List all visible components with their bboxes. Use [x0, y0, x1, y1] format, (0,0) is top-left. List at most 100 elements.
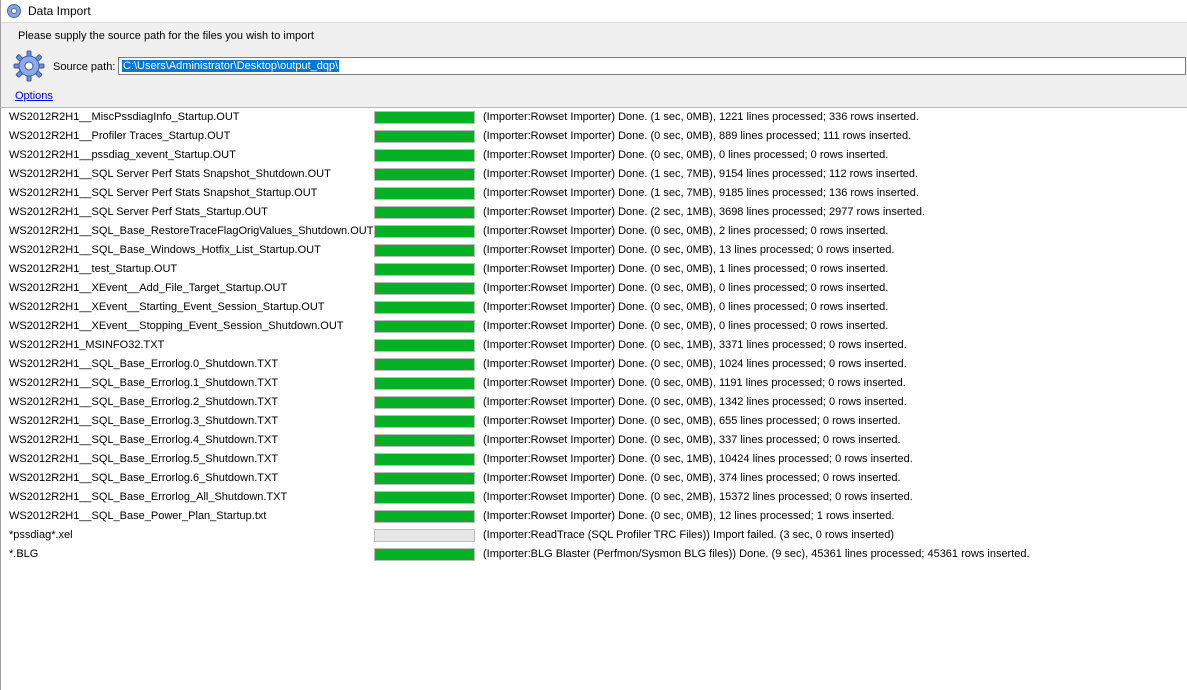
- progress-bar: [374, 282, 475, 295]
- file-name: WS2012R2H1__SQL_Base_Errorlog.5_Shutdown…: [9, 453, 279, 465]
- import-status: (Importer:Rowset Importer) Done. (0 sec,…: [483, 491, 913, 503]
- file-name: WS2012R2H1__SQL_Base_Power_Plan_Startup.…: [9, 510, 267, 522]
- progress-fill: [375, 321, 474, 332]
- progress-bar: [374, 263, 475, 276]
- source-path-label: Source path:: [53, 61, 116, 73]
- file-row: WS2012R2H1__SQL_Base_Errorlog.6_Shutdown…: [1, 469, 1187, 488]
- file-row: WS2012R2H1__test_Startup.OUT (Importer:Ro…: [1, 260, 1187, 279]
- progress-fill: [375, 492, 474, 503]
- file-row: WS2012R2H1_MSINFO32.TXT (Importer:Rowset …: [1, 336, 1187, 355]
- file-name: *.BLG: [9, 548, 39, 560]
- progress-bar: [374, 491, 475, 504]
- progress-bar: [374, 111, 475, 124]
- progress-bar: [374, 225, 475, 238]
- file-row: WS2012R2H1__XEvent__Starting_Event_Sessi…: [1, 298, 1187, 317]
- progress-fill: [375, 207, 474, 218]
- progress-bar: [374, 244, 475, 257]
- import-status: (Importer:Rowset Importer) Done. (0 sec,…: [483, 510, 895, 522]
- import-status: (Importer:Rowset Importer) Done. (0 sec,…: [483, 453, 913, 465]
- file-name: *pssdiag*.xel: [9, 529, 73, 541]
- progress-bar: [374, 301, 475, 314]
- progress-bar: [374, 130, 475, 143]
- import-status: (Importer:Rowset Importer) Done. (0 sec,…: [483, 377, 906, 389]
- import-status: (Importer:Rowset Importer) Done. (1 sec,…: [483, 168, 919, 180]
- progress-fill: [375, 473, 474, 484]
- progress-bar: [374, 377, 475, 390]
- progress-bar: [374, 472, 475, 485]
- import-status: (Importer:Rowset Importer) Done. (1 sec,…: [483, 187, 919, 199]
- import-status: (Importer:Rowset Importer) Done. (0 sec,…: [483, 396, 907, 408]
- source-path-input[interactable]: C:\Users\Administrator\Desktop\output_dq…: [118, 57, 1186, 75]
- progress-bar: [374, 415, 475, 428]
- gear-icon: [13, 50, 45, 82]
- progress-fill: [375, 131, 474, 142]
- progress-fill: [375, 112, 474, 123]
- import-status: (Importer:Rowset Importer) Done. (0 sec,…: [483, 358, 907, 370]
- progress-bar: [374, 206, 475, 219]
- progress-fill: [375, 302, 474, 313]
- progress-fill: [375, 340, 474, 351]
- progress-fill: [375, 549, 474, 560]
- file-name: WS2012R2H1__SQL_Base_Errorlog.0_Shutdown…: [9, 358, 279, 370]
- progress-bar: [374, 510, 475, 523]
- file-row: WS2012R2H1__SQL_Base_Power_Plan_Startup.…: [1, 507, 1187, 526]
- file-name: WS2012R2H1__SQL_Base_RestoreTraceFlagOri…: [9, 225, 374, 237]
- file-name: WS2012R2H1__test_Startup.OUT: [9, 263, 178, 275]
- file-name: WS2012R2H1__SQL_Base_Errorlog_All_Shutdo…: [9, 491, 288, 503]
- progress-bar: [374, 434, 475, 447]
- file-name: WS2012R2H1__SQL_Base_Errorlog.4_Shutdown…: [9, 434, 279, 446]
- import-status: (Importer:Rowset Importer) Done. (0 sec,…: [483, 301, 889, 313]
- progress-fill: [375, 359, 474, 370]
- progress-fill: [375, 188, 474, 199]
- file-name: WS2012R2H1__XEvent__Starting_Event_Sessi…: [9, 301, 325, 313]
- import-status: (Importer:BLG Blaster (Perfmon/Sysmon BL…: [483, 548, 1030, 560]
- file-name: WS2012R2H1__XEvent__Stopping_Event_Sessi…: [9, 320, 344, 332]
- file-row: WS2012R2H1__SQL_Base_Errorlog.3_Shutdown…: [1, 412, 1187, 431]
- progress-bar: [374, 396, 475, 409]
- file-name: WS2012R2H1__SQL_Base_Errorlog.6_Shutdown…: [9, 472, 279, 484]
- progress-fill: [375, 169, 474, 180]
- file-row: *pssdiag*.xel (Importer:ReadTrace (SQL Pr…: [1, 526, 1187, 545]
- import-status: (Importer:Rowset Importer) Done. (0 sec,…: [483, 434, 901, 446]
- window-title: Data Import: [28, 4, 91, 18]
- import-status: (Importer:Rowset Importer) Done. (0 sec,…: [483, 263, 889, 275]
- file-name: WS2012R2H1__SQL_Base_Errorlog.3_Shutdown…: [9, 415, 279, 427]
- import-status: (Importer:Rowset Importer) Done. (1 sec,…: [483, 111, 919, 123]
- file-name: WS2012R2H1__SQL Server Perf Stats_Startu…: [9, 206, 268, 218]
- import-status: (Importer:Rowset Importer) Done. (0 sec,…: [483, 149, 889, 161]
- file-name: WS2012R2H1__XEvent__Add_File_Target_Star…: [9, 282, 288, 294]
- file-row: WS2012R2H1__SQL_Base_Errorlog.4_Shutdown…: [1, 431, 1187, 450]
- progress-bar: [374, 187, 475, 200]
- file-name: WS2012R2H1__Profiler Traces_Startup.OUT: [9, 130, 231, 142]
- file-row: WS2012R2H1__SQL_Base_Errorlog.1_Shutdown…: [1, 374, 1187, 393]
- file-row: WS2012R2H1__SQL_Base_Windows_Hotfix_List…: [1, 241, 1187, 260]
- progress-bar: [374, 168, 475, 181]
- progress-fill: [375, 283, 474, 294]
- file-list: WS2012R2H1__MiscPssdiagInfo_Startup.OUT (…: [1, 108, 1187, 564]
- progress-fill: [375, 397, 474, 408]
- import-status: (Importer:Rowset Importer) Done. (0 sec,…: [483, 225, 889, 237]
- file-row: WS2012R2H1__SQL Server Perf Stats Snapsh…: [1, 184, 1187, 203]
- title-bar: Data Import: [1, 0, 1187, 22]
- file-row: WS2012R2H1__SQL_Base_Errorlog.5_Shutdown…: [1, 450, 1187, 469]
- import-status: (Importer:Rowset Importer) Done. (2 sec,…: [483, 206, 926, 218]
- options-link[interactable]: Options: [15, 90, 53, 102]
- data-import-window: Data Import Please supply the source pat…: [0, 0, 1187, 690]
- import-status: (Importer:Rowset Importer) Done. (0 sec,…: [483, 472, 901, 484]
- progress-bar: [374, 358, 475, 371]
- progress-fill: [375, 150, 474, 161]
- import-status: (Importer:Rowset Importer) Done. (0 sec,…: [483, 282, 889, 294]
- gear-icon: [7, 4, 21, 18]
- progress-bar: [374, 149, 475, 162]
- import-status: (Importer:Rowset Importer) Done. (0 sec,…: [483, 244, 895, 256]
- import-status: (Importer:ReadTrace (SQL Profiler TRC Fi…: [483, 529, 894, 541]
- progress-fill: [375, 435, 474, 446]
- file-row: WS2012R2H1__SQL_Base_Errorlog.2_Shutdown…: [1, 393, 1187, 412]
- source-path-value: C:\Users\Administrator\Desktop\output_dq…: [122, 60, 340, 72]
- file-name: WS2012R2H1__SQL_Base_Windows_Hotfix_List…: [9, 244, 321, 256]
- progress-fill: [375, 226, 474, 237]
- file-row: WS2012R2H1__pssdiag_xevent_Startup.OUT (I…: [1, 146, 1187, 165]
- file-name: WS2012R2H1__MiscPssdiagInfo_Startup.OUT: [9, 111, 240, 123]
- source-panel: Please supply the source path for the fi…: [1, 22, 1187, 108]
- progress-fill: [375, 264, 474, 275]
